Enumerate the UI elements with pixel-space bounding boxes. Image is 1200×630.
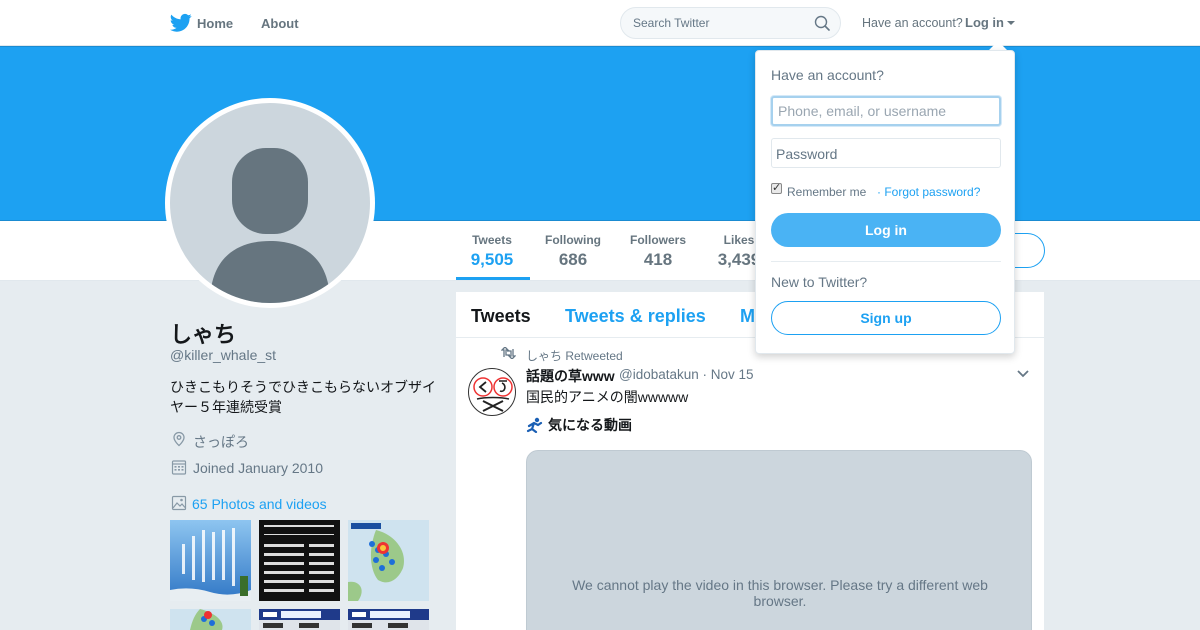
profile-name[interactable]: しゃち <box>170 317 236 349</box>
password-input[interactable] <box>771 138 1001 168</box>
stat-following[interactable]: Following 686 <box>543 233 603 270</box>
dropdown-title: Have an account? <box>771 67 884 83</box>
twitter-bird-icon[interactable] <box>170 13 192 33</box>
calendar-icon <box>171 460 187 475</box>
divider <box>771 261 1001 262</box>
nav-about-link[interactable]: About <box>261 16 299 31</box>
chevron-down-icon[interactable] <box>1017 370 1029 378</box>
default-avatar-icon <box>170 103 370 303</box>
photo-thumbnail[interactable] <box>259 609 340 630</box>
stat-label: Followers <box>629 233 686 247</box>
tweet-text: 国民的アニメの闇wwwww <box>526 389 689 405</box>
username-input[interactable] <box>771 96 1001 126</box>
have-account-label: Have an account? <box>862 16 963 30</box>
forgot-password-link[interactable]: · Forgot password? <box>877 185 980 199</box>
login-button[interactable]: Log in <box>771 213 1001 247</box>
video-player[interactable]: We cannot play the video in this browser… <box>526 450 1032 630</box>
profile-location: さっぽろ <box>193 434 249 450</box>
stat-followers[interactable]: Followers 418 <box>628 233 688 270</box>
retweeted-by-label[interactable]: しゃち Retweeted <box>526 347 623 364</box>
profile-bio: ひきこもりそうでひきこもらないオブザイヤー５年連続受賞 <box>170 379 436 415</box>
retweet-icon <box>501 347 516 359</box>
dropdown-caret <box>989 41 1007 50</box>
profile-joined-date: Joined January 2010 <box>193 460 323 476</box>
photo-thumbnail[interactable] <box>348 609 429 630</box>
active-stat-indicator <box>456 277 530 280</box>
photo-thumbnail[interactable] <box>170 520 251 601</box>
caret-down-icon[interactable] <box>1007 21 1015 25</box>
login-dropdown: Have an account? Password Remember me · … <box>755 50 1015 354</box>
stat-tweets[interactable]: Tweets 9,505 <box>470 233 514 270</box>
location-pin-icon <box>173 431 185 447</box>
tweet-author-name[interactable]: 話題の草www <box>526 366 615 386</box>
top-nav: Home About Search Twitter Have an accoun… <box>0 0 1200 46</box>
photo-icon <box>171 495 187 511</box>
video-unsupported-message: We cannot play the video in this browser… <box>572 577 988 609</box>
photo-thumbnail[interactable] <box>259 520 340 601</box>
stat-value: 418 <box>643 250 673 269</box>
tweet-author-avatar[interactable] <box>468 368 516 416</box>
remember-me-checkbox[interactable] <box>771 181 782 194</box>
photo-thumbnail[interactable] <box>170 609 251 630</box>
login-dropdown-toggle[interactable]: Log in <box>965 15 1004 30</box>
runner-icon <box>526 417 543 433</box>
signup-button[interactable]: Sign up <box>771 301 1001 335</box>
stat-value: 686 <box>558 250 588 269</box>
tab-tweets[interactable]: Tweets <box>471 306 531 327</box>
photos-videos-link[interactable]: 65 Photos and videos <box>192 496 327 512</box>
profile-handle[interactable]: @killer_whale_st <box>170 347 276 363</box>
stat-label: Tweets <box>472 233 512 247</box>
nav-home-link[interactable]: Home <box>197 16 233 31</box>
profile-avatar[interactable] <box>165 98 375 308</box>
tweet-handle-date[interactable]: @idobatakun · Nov 15 <box>619 367 754 382</box>
search-input[interactable]: Search Twitter <box>633 16 709 30</box>
stat-label: Following <box>545 233 601 247</box>
photo-thumbnail[interactable] <box>348 520 429 601</box>
tab-tweets-replies[interactable]: Tweets & replies <box>565 306 706 327</box>
remember-me-label[interactable]: Remember me <box>787 185 866 199</box>
tweet-list-card[interactable]: 気になる動画 <box>526 415 632 435</box>
stat-value: 9,505 <box>470 250 514 269</box>
search-icon[interactable] <box>814 15 830 31</box>
new-to-twitter-label: New to Twitter? <box>771 274 868 290</box>
tweet-list-label: 気になる動画 <box>548 417 632 433</box>
search-box[interactable]: Search Twitter <box>620 7 841 39</box>
